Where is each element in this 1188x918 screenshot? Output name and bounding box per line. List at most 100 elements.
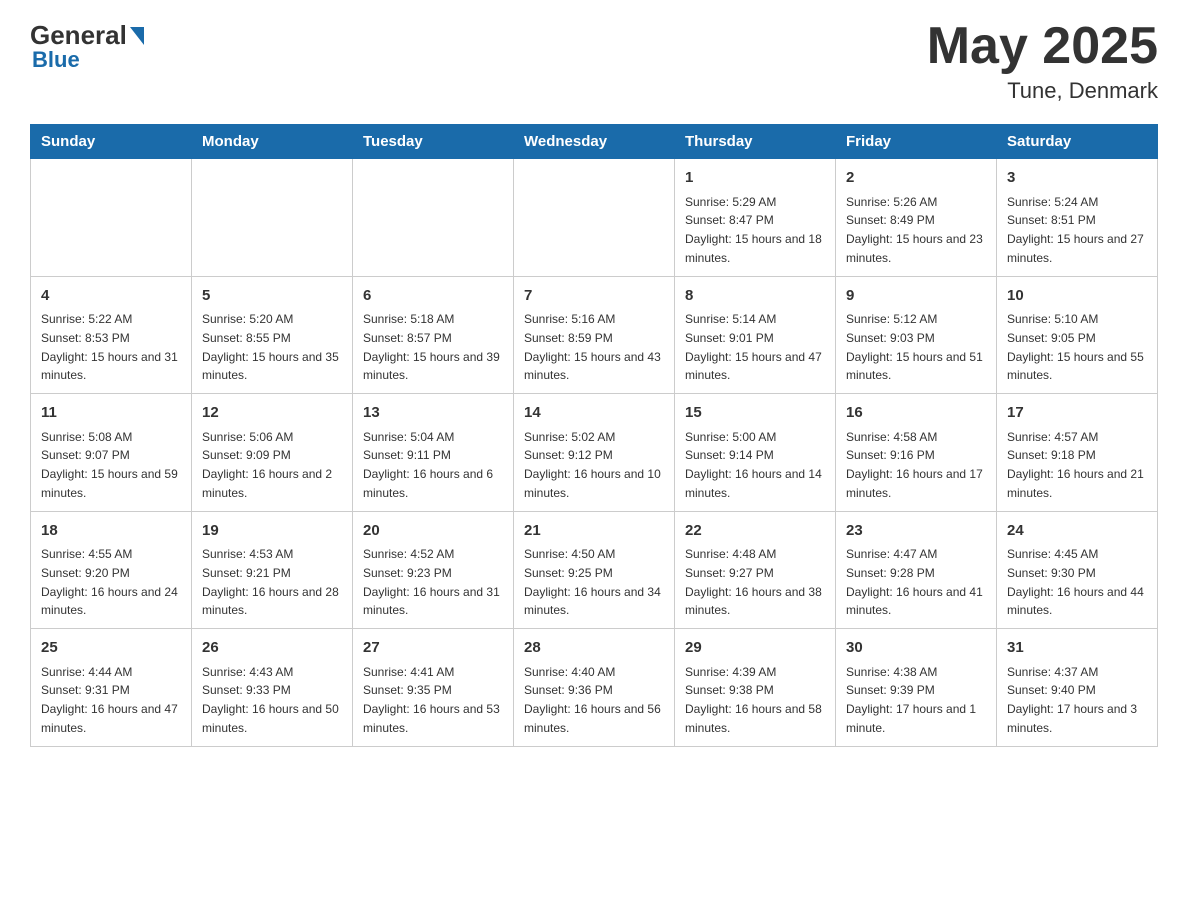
- calendar-cell-w3-d5: 15Sunrise: 5:00 AMSunset: 9:14 PMDayligh…: [675, 394, 836, 512]
- calendar-week-2: 4 Sunrise: 5:22 AMSunset: 8:53 PMDaylight…: [31, 276, 1158, 394]
- calendar-cell-w2-d3: 6Sunrise: 5:18 AMSunset: 8:57 PMDaylight…: [353, 276, 514, 394]
- day-number: 31: [1007, 637, 1147, 660]
- calendar-cell-w4-d1: 18Sunrise: 4:55 AMSunset: 9:20 PMDayligh…: [31, 511, 192, 629]
- day-info: Sunrise: 5:29 AMSunset: 8:47 PMDaylight:…: [685, 195, 822, 265]
- calendar-week-1: 1Sunrise: 5:29 AMSunset: 8:47 PMDaylight…: [31, 159, 1158, 277]
- header-tuesday: Tuesday: [353, 125, 514, 159]
- calendar-week-5: 25Sunrise: 4:44 AMSunset: 9:31 PMDayligh…: [31, 629, 1158, 747]
- calendar-cell-w2-d2: 5 Sunrise: 5:20 AMSunset: 8:55 PMDaylight…: [192, 276, 353, 394]
- day-info: Sunrise: 4:52 AMSunset: 9:23 PMDaylight:…: [363, 547, 500, 617]
- calendar-cell-w4-d7: 24 Sunrise: 4:45 AMSunset: 9:30 PMDayligh…: [997, 511, 1158, 629]
- day-number: 22: [685, 520, 825, 543]
- day-info: Sunrise: 4:40 AMSunset: 9:36 PMDaylight:…: [524, 665, 661, 735]
- day-number: 30: [846, 637, 986, 660]
- day-info: Sunrise: 4:50 AMSunset: 9:25 PMDaylight:…: [524, 547, 661, 617]
- day-number: 10: [1007, 285, 1147, 308]
- day-info: Sunrise: 5:00 AMSunset: 9:14 PMDaylight:…: [685, 430, 822, 500]
- calendar-cell-w2-d5: 8 Sunrise: 5:14 AMSunset: 9:01 PMDaylight…: [675, 276, 836, 394]
- calendar-cell-w3-d4: 14Sunrise: 5:02 AMSunset: 9:12 PMDayligh…: [514, 394, 675, 512]
- calendar-cell-w5-d7: 31 Sunrise: 4:37 AMSunset: 9:40 PMDayligh…: [997, 629, 1158, 747]
- day-info: Sunrise: 4:58 AMSunset: 9:16 PMDaylight:…: [846, 430, 983, 500]
- calendar-header-row: Sunday Monday Tuesday Wednesday Thursday…: [31, 125, 1158, 159]
- day-info: Sunrise: 5:08 AMSunset: 9:07 PMDaylight:…: [41, 430, 178, 500]
- header-friday: Friday: [836, 125, 997, 159]
- day-number: 11: [41, 402, 181, 425]
- header-monday: Monday: [192, 125, 353, 159]
- day-number: 28: [524, 637, 664, 660]
- day-info: Sunrise: 4:45 AMSunset: 9:30 PMDaylight:…: [1007, 547, 1144, 617]
- title-block: May 2025 Tune, Denmark: [927, 20, 1158, 104]
- day-info: Sunrise: 5:20 AMSunset: 8:55 PMDaylight:…: [202, 312, 339, 382]
- day-info: Sunrise: 5:02 AMSunset: 9:12 PMDaylight:…: [524, 430, 661, 500]
- calendar-cell-w1-d5: 1Sunrise: 5:29 AMSunset: 8:47 PMDaylight…: [675, 159, 836, 277]
- logo-triangle-icon: [130, 27, 144, 45]
- calendar-week-3: 11 Sunrise: 5:08 AMSunset: 9:07 PMDayligh…: [31, 394, 1158, 512]
- calendar-week-4: 18Sunrise: 4:55 AMSunset: 9:20 PMDayligh…: [31, 511, 1158, 629]
- day-number: 3: [1007, 167, 1147, 190]
- day-info: Sunrise: 4:41 AMSunset: 9:35 PMDaylight:…: [363, 665, 500, 735]
- day-info: Sunrise: 4:55 AMSunset: 9:20 PMDaylight:…: [41, 547, 178, 617]
- day-info: Sunrise: 5:06 AMSunset: 9:09 PMDaylight:…: [202, 430, 332, 500]
- calendar-cell-w2-d6: 9 Sunrise: 5:12 AMSunset: 9:03 PMDaylight…: [836, 276, 997, 394]
- logo: General Blue: [30, 20, 147, 73]
- calendar-cell-w3-d2: 12 Sunrise: 5:06 AMSunset: 9:09 PMDayligh…: [192, 394, 353, 512]
- calendar-cell-w2-d4: 7 Sunrise: 5:16 AMSunset: 8:59 PMDaylight…: [514, 276, 675, 394]
- header-thursday: Thursday: [675, 125, 836, 159]
- day-number: 20: [363, 520, 503, 543]
- day-number: 8: [685, 285, 825, 308]
- calendar-cell-w5-d6: 30Sunrise: 4:38 AMSunset: 9:39 PMDayligh…: [836, 629, 997, 747]
- day-number: 9: [846, 285, 986, 308]
- calendar-cell-w4-d5: 22 Sunrise: 4:48 AMSunset: 9:27 PMDayligh…: [675, 511, 836, 629]
- day-info: Sunrise: 4:57 AMSunset: 9:18 PMDaylight:…: [1007, 430, 1144, 500]
- calendar-cell-w2-d1: 4 Sunrise: 5:22 AMSunset: 8:53 PMDaylight…: [31, 276, 192, 394]
- calendar-cell-w5-d4: 28 Sunrise: 4:40 AMSunset: 9:36 PMDayligh…: [514, 629, 675, 747]
- header-sunday: Sunday: [31, 125, 192, 159]
- day-number: 7: [524, 285, 664, 308]
- calendar-cell-w4-d4: 21 Sunrise: 4:50 AMSunset: 9:25 PMDayligh…: [514, 511, 675, 629]
- day-info: Sunrise: 5:22 AMSunset: 8:53 PMDaylight:…: [41, 312, 178, 382]
- day-info: Sunrise: 5:16 AMSunset: 8:59 PMDaylight:…: [524, 312, 661, 382]
- calendar-cell-w1-d2: [192, 159, 353, 277]
- day-number: 13: [363, 402, 503, 425]
- calendar-cell-w3-d3: 13 Sunrise: 5:04 AMSunset: 9:11 PMDayligh…: [353, 394, 514, 512]
- calendar-cell-w3-d1: 11 Sunrise: 5:08 AMSunset: 9:07 PMDayligh…: [31, 394, 192, 512]
- location-subtitle: Tune, Denmark: [927, 78, 1158, 104]
- calendar-cell-w4-d3: 20 Sunrise: 4:52 AMSunset: 9:23 PMDayligh…: [353, 511, 514, 629]
- day-info: Sunrise: 5:18 AMSunset: 8:57 PMDaylight:…: [363, 312, 500, 382]
- day-number: 4: [41, 285, 181, 308]
- day-info: Sunrise: 5:14 AMSunset: 9:01 PMDaylight:…: [685, 312, 822, 382]
- day-number: 26: [202, 637, 342, 660]
- day-info: Sunrise: 4:43 AMSunset: 9:33 PMDaylight:…: [202, 665, 339, 735]
- day-info: Sunrise: 5:12 AMSunset: 9:03 PMDaylight:…: [846, 312, 983, 382]
- calendar-cell-w1-d6: 2Sunrise: 5:26 AMSunset: 8:49 PMDaylight…: [836, 159, 997, 277]
- day-number: 17: [1007, 402, 1147, 425]
- calendar-cell-w2-d7: 10 Sunrise: 5:10 AMSunset: 9:05 PMDayligh…: [997, 276, 1158, 394]
- month-year-title: May 2025: [927, 20, 1158, 72]
- calendar-body: 1Sunrise: 5:29 AMSunset: 8:47 PMDaylight…: [31, 159, 1158, 747]
- calendar-cell-w5-d3: 27 Sunrise: 4:41 AMSunset: 9:35 PMDayligh…: [353, 629, 514, 747]
- day-info: Sunrise: 4:39 AMSunset: 9:38 PMDaylight:…: [685, 665, 822, 735]
- day-info: Sunrise: 4:37 AMSunset: 9:40 PMDaylight:…: [1007, 665, 1137, 735]
- header-wednesday: Wednesday: [514, 125, 675, 159]
- calendar-cell-w5-d5: 29Sunrise: 4:39 AMSunset: 9:38 PMDayligh…: [675, 629, 836, 747]
- day-info: Sunrise: 4:48 AMSunset: 9:27 PMDaylight:…: [685, 547, 822, 617]
- calendar-cell-w4-d2: 19Sunrise: 4:53 AMSunset: 9:21 PMDayligh…: [192, 511, 353, 629]
- day-number: 23: [846, 520, 986, 543]
- day-number: 24: [1007, 520, 1147, 543]
- calendar-cell-w4-d6: 23Sunrise: 4:47 AMSunset: 9:28 PMDayligh…: [836, 511, 997, 629]
- calendar-cell-w1-d3: [353, 159, 514, 277]
- calendar-cell-w3-d7: 17 Sunrise: 4:57 AMSunset: 9:18 PMDayligh…: [997, 394, 1158, 512]
- calendar-table: Sunday Monday Tuesday Wednesday Thursday…: [30, 124, 1158, 747]
- day-number: 5: [202, 285, 342, 308]
- calendar-cell-w5-d1: 25Sunrise: 4:44 AMSunset: 9:31 PMDayligh…: [31, 629, 192, 747]
- day-number: 12: [202, 402, 342, 425]
- day-info: Sunrise: 5:04 AMSunset: 9:11 PMDaylight:…: [363, 430, 493, 500]
- calendar-cell-w1-d1: [31, 159, 192, 277]
- calendar-cell-w5-d2: 26 Sunrise: 4:43 AMSunset: 9:33 PMDayligh…: [192, 629, 353, 747]
- calendar-cell-w3-d6: 16Sunrise: 4:58 AMSunset: 9:16 PMDayligh…: [836, 394, 997, 512]
- day-number: 27: [363, 637, 503, 660]
- day-number: 21: [524, 520, 664, 543]
- day-info: Sunrise: 5:10 AMSunset: 9:05 PMDaylight:…: [1007, 312, 1144, 382]
- day-info: Sunrise: 4:53 AMSunset: 9:21 PMDaylight:…: [202, 547, 339, 617]
- day-number: 25: [41, 637, 181, 660]
